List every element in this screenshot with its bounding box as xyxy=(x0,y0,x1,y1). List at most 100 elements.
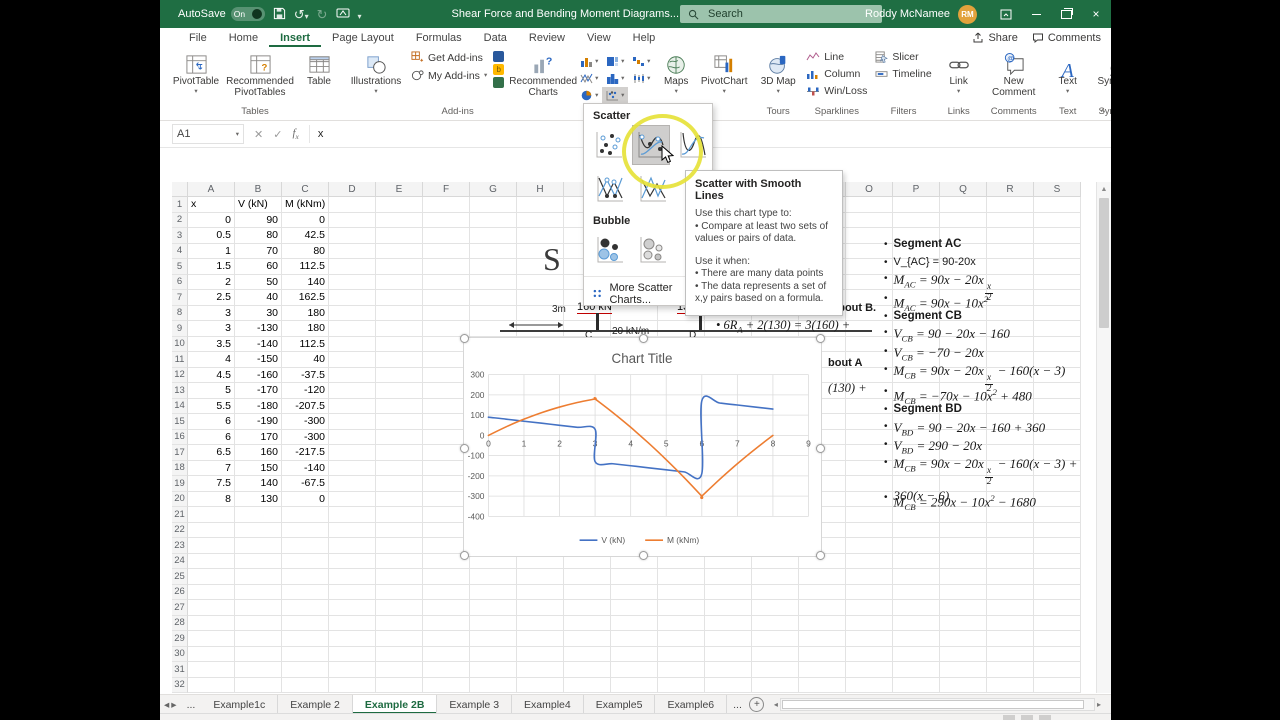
cell-C32[interactable] xyxy=(282,677,329,693)
cell-A16[interactable]: 6 xyxy=(188,429,235,445)
maps-button[interactable]: Maps ▾ xyxy=(656,51,696,95)
chart-resize-handle[interactable] xyxy=(460,444,469,453)
cell-N25[interactable] xyxy=(799,569,846,585)
cell-C6[interactable]: 140 xyxy=(282,274,329,290)
cell-I31[interactable] xyxy=(564,662,611,678)
cell-P29[interactable] xyxy=(893,631,940,647)
cell-N26[interactable] xyxy=(799,584,846,600)
row-header-21[interactable]: 21 xyxy=(172,507,188,523)
cell-B31[interactable] xyxy=(235,662,282,678)
cell-E6[interactable] xyxy=(376,274,423,290)
cell-Q22[interactable] xyxy=(940,522,987,538)
cell-B15[interactable]: -190 xyxy=(235,414,282,430)
scatter-straight-markers-option[interactable] xyxy=(590,169,630,209)
sheet-nav-right-icon[interactable]: ▸ xyxy=(171,699,176,711)
horizontal-scrollbar[interactable]: ◂ ▸ xyxy=(774,695,1111,714)
cell-R4[interactable] xyxy=(987,243,1034,259)
cell-C15[interactable]: -300 xyxy=(282,414,329,430)
cell-C11[interactable]: 40 xyxy=(282,352,329,368)
sheet-tab-example-2[interactable]: Example 2 xyxy=(278,695,353,714)
cell-S29[interactable] xyxy=(1034,631,1081,647)
column-header-R[interactable]: R xyxy=(987,182,1034,197)
cell-C28[interactable] xyxy=(282,615,329,631)
cell-E5[interactable] xyxy=(376,259,423,275)
cell-E32[interactable] xyxy=(376,677,423,693)
cell-A27[interactable] xyxy=(188,600,235,616)
cell-H2[interactable] xyxy=(517,212,564,228)
cell-A29[interactable] xyxy=(188,631,235,647)
cell-D23[interactable] xyxy=(329,538,376,554)
cell-D1[interactable] xyxy=(329,197,376,213)
sheet-tab-example6[interactable]: Example6 xyxy=(655,695,728,714)
cell-R32[interactable] xyxy=(987,677,1034,693)
cell-A25[interactable] xyxy=(188,569,235,585)
insert-histogram-chart-button[interactable]: ▾ xyxy=(602,70,628,87)
cell-A2[interactable]: 0 xyxy=(188,212,235,228)
cell-F30[interactable] xyxy=(423,646,470,662)
cell-C10[interactable]: 112.5 xyxy=(282,336,329,352)
row-header-6[interactable]: 6 xyxy=(172,274,188,290)
cell-A6[interactable]: 2 xyxy=(188,274,235,290)
cell-O1[interactable] xyxy=(846,197,893,213)
cell-M32[interactable] xyxy=(752,677,799,693)
cell-R30[interactable] xyxy=(987,646,1034,662)
cell-C9[interactable]: 180 xyxy=(282,321,329,337)
ribbon-tab-insert[interactable]: Insert xyxy=(269,30,322,47)
ribbon-tab-file[interactable]: File xyxy=(178,30,218,47)
my-addins-button[interactable]: My Add-ins ▾ xyxy=(411,69,487,82)
cell-C17[interactable]: -217.5 xyxy=(282,445,329,461)
cell-A5[interactable]: 1.5 xyxy=(188,259,235,275)
cell-D20[interactable] xyxy=(329,491,376,507)
cell-A15[interactable]: 6 xyxy=(188,414,235,430)
cell-R2[interactable] xyxy=(987,212,1034,228)
cell-P30[interactable] xyxy=(893,646,940,662)
cell-D14[interactable] xyxy=(329,398,376,414)
row-header-18[interactable]: 18 xyxy=(172,460,188,476)
cell-A13[interactable]: 5 xyxy=(188,383,235,399)
sparkline-line-button[interactable]: Line xyxy=(806,51,867,63)
cell-Q27[interactable] xyxy=(940,600,987,616)
cell-H28[interactable] xyxy=(517,615,564,631)
cell-E3[interactable] xyxy=(376,228,423,244)
cell-A3[interactable]: 0.5 xyxy=(188,228,235,244)
cell-G6[interactable] xyxy=(470,274,517,290)
addin-blue-icon[interactable] xyxy=(493,51,505,62)
cell-C21[interactable] xyxy=(282,507,329,523)
cell-D27[interactable] xyxy=(329,600,376,616)
cell-C18[interactable]: -140 xyxy=(282,460,329,476)
row-header-8[interactable]: 8 xyxy=(172,305,188,321)
cell-C19[interactable]: -67.5 xyxy=(282,476,329,492)
insert-statistic-chart-button[interactable]: ▾ xyxy=(628,70,654,87)
cell-G2[interactable] xyxy=(470,212,517,228)
cell-D21[interactable] xyxy=(329,507,376,523)
cell-F4[interactable] xyxy=(423,243,470,259)
cell-D5[interactable] xyxy=(329,259,376,275)
column-header-C[interactable]: C xyxy=(282,182,329,197)
cell-M25[interactable] xyxy=(752,569,799,585)
cell-B30[interactable] xyxy=(235,646,282,662)
cell-K28[interactable] xyxy=(658,615,705,631)
cell-B2[interactable]: 90 xyxy=(235,212,282,228)
cell-D12[interactable] xyxy=(329,367,376,383)
row-header-23[interactable]: 23 xyxy=(172,538,188,554)
cell-P25[interactable] xyxy=(893,569,940,585)
column-header-P[interactable]: P xyxy=(893,182,940,197)
cell-R24[interactable] xyxy=(987,553,1034,569)
cell-A22[interactable] xyxy=(188,522,235,538)
row-header-24[interactable]: 24 xyxy=(172,553,188,569)
cell-E18[interactable] xyxy=(376,460,423,476)
cell-P22[interactable] xyxy=(893,522,940,538)
cell-B13[interactable]: -170 xyxy=(235,383,282,399)
cell-D4[interactable] xyxy=(329,243,376,259)
cell-B5[interactable]: 60 xyxy=(235,259,282,275)
cell-D18[interactable] xyxy=(329,460,376,476)
table-button[interactable]: Table xyxy=(297,51,341,89)
cell-S1[interactable] xyxy=(1034,197,1081,213)
cell-B4[interactable]: 70 xyxy=(235,243,282,259)
cell-R22[interactable] xyxy=(987,522,1034,538)
row-header-16[interactable]: 16 xyxy=(172,429,188,445)
cell-E28[interactable] xyxy=(376,615,423,631)
cell-E24[interactable] xyxy=(376,553,423,569)
cell-B22[interactable] xyxy=(235,522,282,538)
chart-resize-handle[interactable] xyxy=(639,551,648,560)
